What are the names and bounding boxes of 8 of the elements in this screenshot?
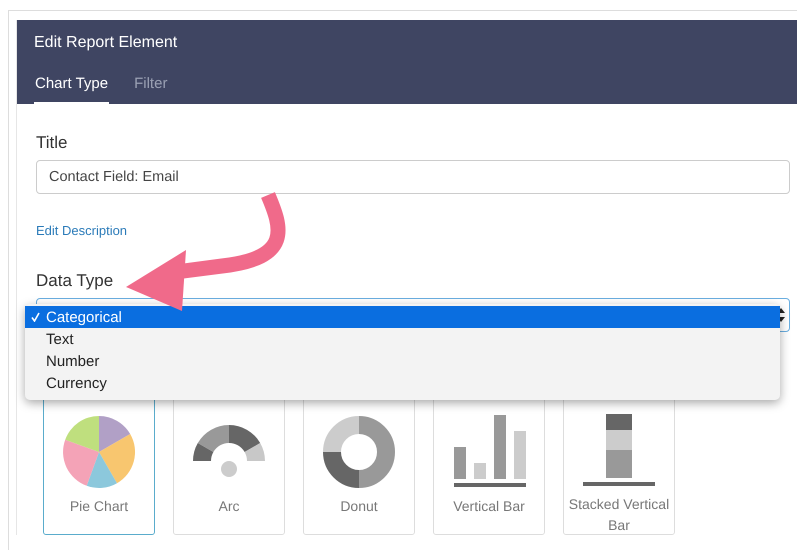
chart-type-label: Vertical Bar [453, 497, 525, 516]
chart-type-label: Pie Chart [70, 497, 128, 516]
chart-type-label: Donut [340, 497, 378, 516]
chart-type-label: Arc [218, 497, 240, 516]
chart-type-label: Stacked Vertical Bar [568, 495, 670, 535]
field-label: Title [36, 132, 68, 154]
field-label: Data Type [36, 270, 114, 292]
dialog-title: Edit Report Element [34, 33, 178, 53]
